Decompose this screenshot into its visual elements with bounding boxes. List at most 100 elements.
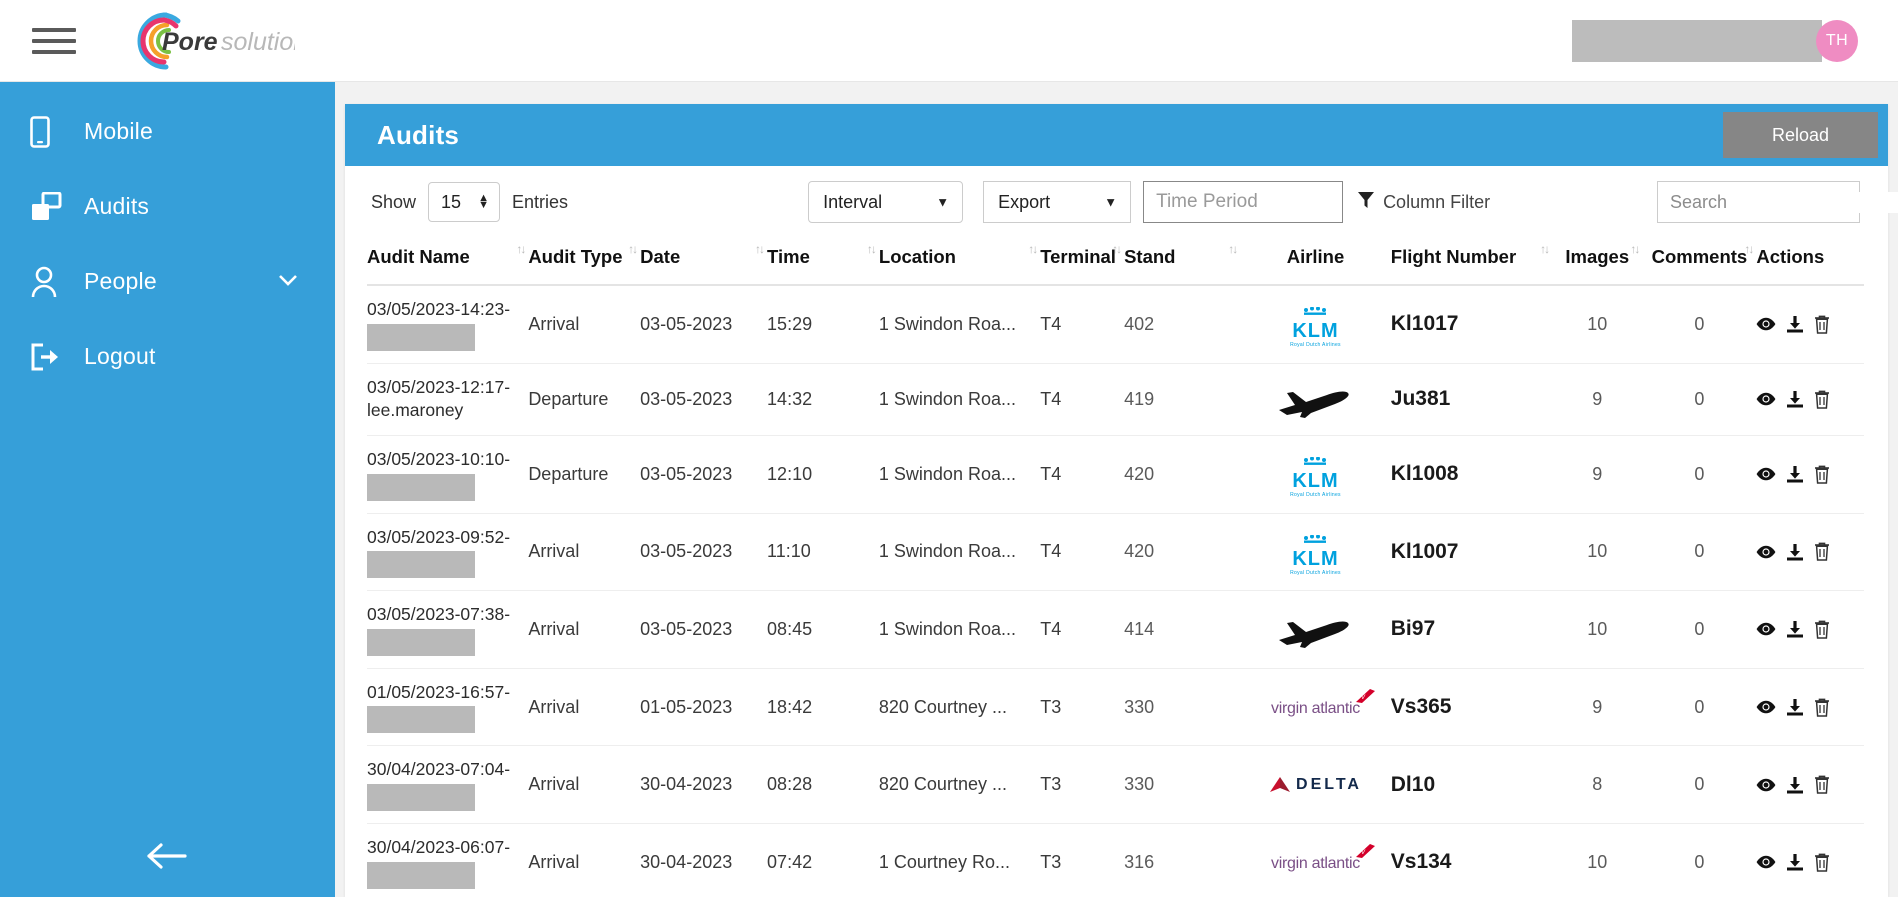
col-date[interactable]: Date ↑↓ bbox=[640, 238, 767, 285]
sort-icon[interactable]: ↑↓ bbox=[1540, 242, 1548, 256]
download-icon[interactable] bbox=[1786, 390, 1804, 408]
sidebar-collapse-button[interactable] bbox=[0, 842, 335, 875]
trash-icon[interactable] bbox=[1814, 465, 1830, 484]
download-icon[interactable] bbox=[1786, 853, 1804, 871]
column-filter-button[interactable]: Column Filter bbox=[1357, 190, 1490, 215]
download-icon[interactable] bbox=[1786, 776, 1804, 794]
cell-audit-name: 03/05/2023-09:52- bbox=[367, 513, 528, 591]
cell-flight-number: Kl1008 bbox=[1391, 435, 1552, 513]
download-icon[interactable] bbox=[1786, 620, 1804, 638]
audit-name-redaction bbox=[367, 474, 475, 501]
eye-icon[interactable] bbox=[1756, 778, 1776, 792]
trash-icon[interactable] bbox=[1814, 620, 1830, 639]
cell-actions bbox=[1756, 746, 1864, 824]
col-stand[interactable]: Stand ↑↓ bbox=[1124, 238, 1240, 285]
sort-icon[interactable]: ↑↓ bbox=[1630, 242, 1638, 256]
interval-select[interactable]: Interval bbox=[808, 181, 963, 223]
sidebar-item-logout[interactable]: Logout bbox=[0, 319, 335, 394]
download-icon[interactable] bbox=[1786, 698, 1804, 716]
table-row[interactable]: 03/05/2023-07:38- Arrival 03-05-2023 08:… bbox=[367, 591, 1864, 669]
cell-images: 10 bbox=[1552, 824, 1642, 897]
col-audit-name[interactable]: Audit Name ↑↓ bbox=[367, 238, 528, 285]
col-label: Stand bbox=[1124, 246, 1175, 267]
hamburger-icon[interactable] bbox=[32, 24, 76, 58]
trash-icon[interactable] bbox=[1814, 390, 1830, 409]
audit-name-text: 01/05/2023-16:57- bbox=[367, 682, 510, 702]
sort-icon[interactable]: ↑↓ bbox=[867, 242, 875, 256]
col-airline[interactable]: Airline bbox=[1240, 238, 1391, 285]
cell-audit-type: Arrival bbox=[528, 668, 640, 746]
audit-name-text: 03/05/2023-09:52- bbox=[367, 527, 510, 547]
cell-stand: 420 bbox=[1124, 435, 1240, 513]
export-select[interactable]: Export bbox=[983, 181, 1131, 223]
cell-comments: 0 bbox=[1642, 591, 1756, 669]
col-images[interactable]: Images ↑↓ bbox=[1552, 238, 1642, 285]
time-period-input[interactable] bbox=[1143, 181, 1343, 223]
table-row[interactable]: 30/04/2023-06:07- Arrival 30-04-2023 07:… bbox=[367, 824, 1864, 897]
avatar[interactable]: TH bbox=[1816, 20, 1858, 62]
col-flight-number[interactable]: Flight Number ↑↓ bbox=[1391, 238, 1552, 285]
col-audit-type[interactable]: Audit Type ↑↓ bbox=[528, 238, 640, 285]
audit-name-text: 03/05/2023-10:10- bbox=[367, 449, 510, 469]
cell-time: 14:32 bbox=[767, 363, 879, 435]
audit-name-text-line2: lee.maroney bbox=[367, 400, 463, 420]
download-icon[interactable] bbox=[1786, 465, 1804, 483]
audits-table: Audit Name ↑↓ Audit Type ↑↓ Date ↑↓ Ti bbox=[367, 238, 1864, 897]
chevron-down-icon[interactable] bbox=[279, 273, 297, 291]
eye-icon[interactable] bbox=[1756, 545, 1776, 559]
table-row[interactable]: 03/05/2023-09:52- Arrival 03-05-2023 11:… bbox=[367, 513, 1864, 591]
col-time[interactable]: Time ↑↓ bbox=[767, 238, 879, 285]
cell-terminal: T3 bbox=[1040, 668, 1124, 746]
cell-flight-number: Vs365 bbox=[1391, 668, 1552, 746]
cell-location: 820 Courtney ... bbox=[879, 746, 1040, 824]
trash-icon[interactable] bbox=[1814, 853, 1830, 872]
sort-icon[interactable]: ↑↓ bbox=[516, 242, 524, 256]
col-comments[interactable]: Comments ↑↓ bbox=[1642, 238, 1756, 285]
cell-images: 9 bbox=[1552, 668, 1642, 746]
col-label: Comments bbox=[1652, 246, 1748, 267]
table-row[interactable]: 01/05/2023-16:57- Arrival 01-05-2023 18:… bbox=[367, 668, 1864, 746]
cell-stand: 330 bbox=[1124, 746, 1240, 824]
cell-terminal: T4 bbox=[1040, 435, 1124, 513]
cell-images: 10 bbox=[1552, 513, 1642, 591]
trash-icon[interactable] bbox=[1814, 698, 1830, 717]
table-row[interactable]: 03/05/2023-12:17- lee.maroney Departure … bbox=[367, 363, 1864, 435]
table-row[interactable]: 03/05/2023-10:10- Departure 03-05-2023 1… bbox=[367, 435, 1864, 513]
eye-icon[interactable] bbox=[1756, 622, 1776, 636]
search-input[interactable] bbox=[1670, 192, 1898, 213]
sort-icon[interactable]: ↑↓ bbox=[755, 242, 763, 256]
sort-icon[interactable]: ↑↓ bbox=[1112, 242, 1120, 256]
trash-icon[interactable] bbox=[1814, 315, 1830, 334]
table-row[interactable]: 03/05/2023-14:23- Arrival 03-05-2023 15:… bbox=[367, 285, 1864, 363]
col-location[interactable]: Location ↑↓ bbox=[879, 238, 1040, 285]
col-terminal[interactable]: Terminal ↑↓ bbox=[1040, 238, 1124, 285]
trash-icon[interactable] bbox=[1814, 542, 1830, 561]
eye-icon[interactable] bbox=[1756, 317, 1776, 331]
download-icon[interactable] bbox=[1786, 315, 1804, 333]
sort-icon[interactable]: ↑↓ bbox=[1228, 242, 1236, 256]
sort-icon[interactable]: ↑↓ bbox=[628, 242, 636, 256]
brand-logo[interactable]: Pore solutions bbox=[120, 5, 295, 77]
cell-audit-type: Arrival bbox=[528, 746, 640, 824]
sidebar-item-audits[interactable]: Audits bbox=[0, 169, 335, 244]
cell-audit-type: Departure bbox=[528, 363, 640, 435]
reload-button[interactable]: Reload bbox=[1723, 112, 1878, 158]
cell-date: 01-05-2023 bbox=[640, 668, 767, 746]
eye-icon[interactable] bbox=[1756, 392, 1776, 406]
sort-icon[interactable]: ↑↓ bbox=[1028, 242, 1036, 256]
sidebar-item-people[interactable]: People bbox=[0, 244, 335, 319]
eye-icon[interactable] bbox=[1756, 855, 1776, 869]
sort-icon[interactable]: ↑↓ bbox=[1744, 242, 1752, 256]
sidebar-item-mobile[interactable]: Mobile bbox=[0, 94, 335, 169]
trash-icon[interactable] bbox=[1814, 775, 1830, 794]
column-filter-label: Column Filter bbox=[1383, 192, 1490, 213]
table-row[interactable]: 30/04/2023-07:04- Arrival 30-04-2023 08:… bbox=[367, 746, 1864, 824]
cell-airline: virgin atlantic V bbox=[1240, 824, 1391, 897]
cell-images: 10 bbox=[1552, 591, 1642, 669]
page-size-select[interactable]: 15 bbox=[428, 182, 500, 222]
audit-name-text: 03/05/2023-12:17- bbox=[367, 377, 510, 397]
eye-icon[interactable] bbox=[1756, 700, 1776, 714]
table-scroll-region[interactable]: Audit Name ↑↓ Audit Type ↑↓ Date ↑↓ Ti bbox=[345, 238, 1888, 897]
eye-icon[interactable] bbox=[1756, 467, 1776, 481]
download-icon[interactable] bbox=[1786, 543, 1804, 561]
